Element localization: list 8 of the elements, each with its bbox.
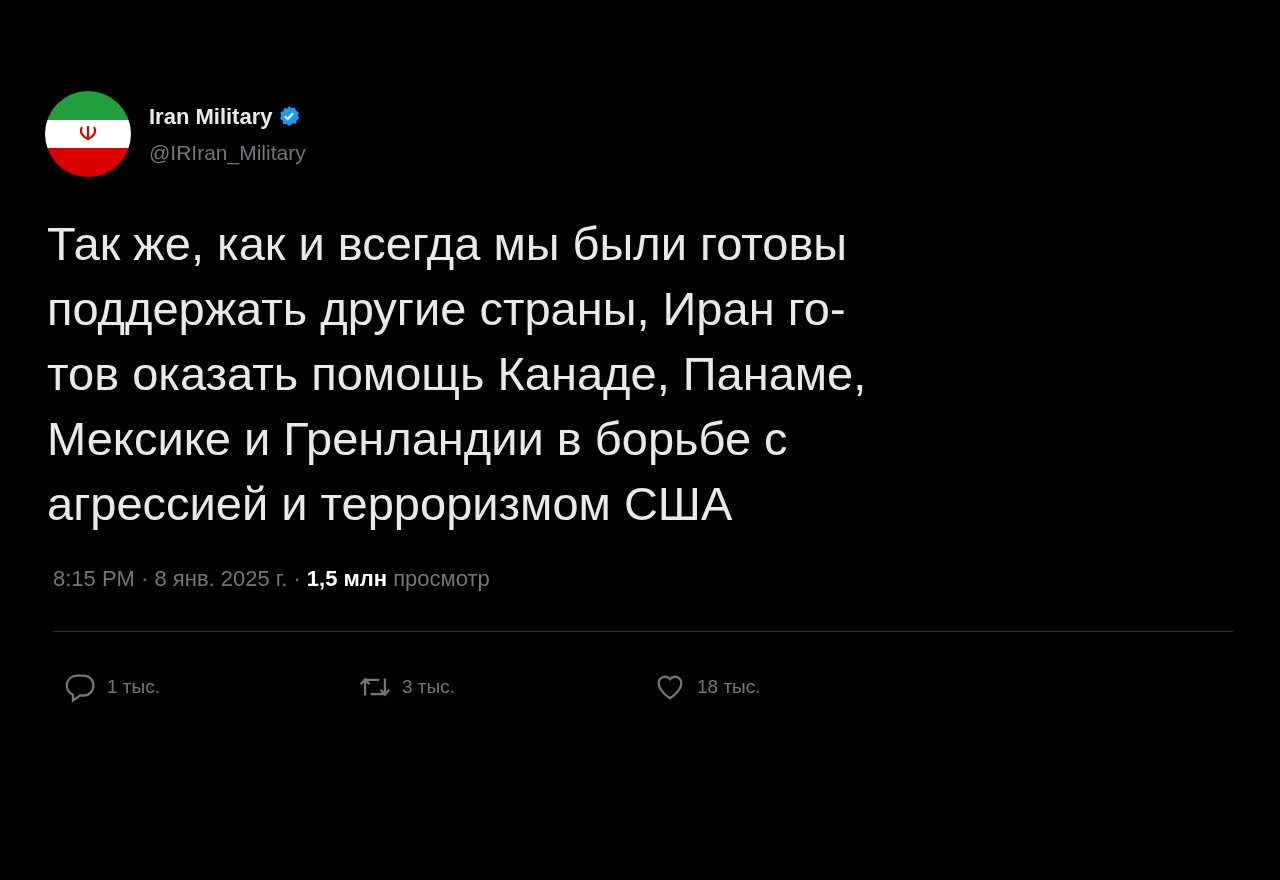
author-name[interactable]: Iran Military [149,99,273,133]
tweet-meta: 8:15 PM · 8 янв. 2025 г. · 1,5 млн просмотр [53,566,490,591]
avatar-icon [45,91,131,177]
author-handle[interactable]: @IRIran_Military [149,136,306,169]
action-count: 18 тыс. [697,674,761,699]
action-count: 1 тыс. [107,674,160,699]
action-count: 3 тыс. [402,674,455,699]
tweet-text: Так же, как и всегда мы были готовы поддержать другие страны, Иран го- тов оказать помощь Канаде, Панаме, Мексике и Гренландии в борьбе с агрессией и терроризмом США [47,216,868,532]
